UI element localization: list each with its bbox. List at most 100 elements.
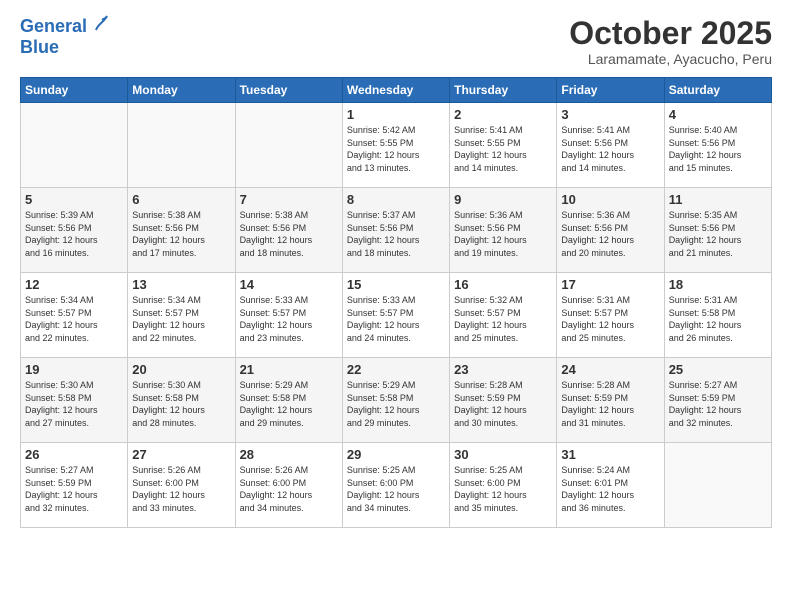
day-number: 1: [347, 107, 445, 122]
day-number: 15: [347, 277, 445, 292]
cell-info: Sunrise: 5:41 AM Sunset: 5:56 PM Dayligh…: [561, 124, 659, 174]
cell-info: Sunrise: 5:28 AM Sunset: 5:59 PM Dayligh…: [561, 379, 659, 429]
calendar-cell: 31 Sunrise: 5:24 AM Sunset: 6:01 PM Dayli…: [557, 443, 664, 528]
day-number: 20: [132, 362, 230, 377]
cell-info: Sunrise: 5:29 AM Sunset: 5:58 PM Dayligh…: [240, 379, 338, 429]
cell-info: Sunrise: 5:31 AM Sunset: 5:57 PM Dayligh…: [561, 294, 659, 344]
calendar-cell: 23Sunrise: 5:28 AM Sunset: 5:59 PM Dayli…: [450, 358, 557, 443]
calendar-cell: 27 Sunrise: 5:26 AM Sunset: 6:00 PM Dayli…: [128, 443, 235, 528]
cell-info: Sunrise: 5:38 AM Sunset: 5:56 PM Dayligh…: [132, 209, 230, 259]
calendar-cell: 7 Sunrise: 5:38 AM Sunset: 5:56 PM Daylig…: [235, 188, 342, 273]
calendar-cell: 18 Sunrise: 5:31 AM Sunset: 5:58 PM Dayli…: [664, 273, 771, 358]
day-number: 12: [25, 277, 123, 292]
cell-info: Sunrise: 5:36 AM Sunset: 5:56 PM Dayligh…: [454, 209, 552, 259]
calendar-cell: 9 Sunrise: 5:36 AM Sunset: 5:56 PM Daylig…: [450, 188, 557, 273]
calendar-week-3: 12 Sunrise: 5:34 AM Sunset: 5:57 PM Dayli…: [21, 273, 772, 358]
cell-info: Sunrise: 5:28 AM Sunset: 5:59 PM Dayligh…: [454, 379, 552, 429]
calendar-cell: 21 Sunrise: 5:29 AM Sunset: 5:58 PM Dayli…: [235, 358, 342, 443]
day-number: 30: [454, 447, 552, 462]
day-number: 27: [132, 447, 230, 462]
header-day-thursday: Thursday: [450, 78, 557, 103]
cell-info: Sunrise: 5:33 AM Sunset: 5:57 PM Dayligh…: [347, 294, 445, 344]
calendar-cell: 22Sunrise: 5:29 AM Sunset: 5:58 PM Dayli…: [342, 358, 449, 443]
day-number: 18: [669, 277, 767, 292]
header-day-saturday: Saturday: [664, 78, 771, 103]
calendar-cell: 14 Sunrise: 5:33 AM Sunset: 5:57 PM Dayli…: [235, 273, 342, 358]
calendar-cell: 6 Sunrise: 5:38 AM Sunset: 5:56 PM Daylig…: [128, 188, 235, 273]
calendar-cell: 8Sunrise: 5:37 AM Sunset: 5:56 PM Daylig…: [342, 188, 449, 273]
day-number: 11: [669, 192, 767, 207]
day-number: 7: [240, 192, 338, 207]
calendar-cell: 4 Sunrise: 5:40 AM Sunset: 5:56 PM Daylig…: [664, 103, 771, 188]
day-number: 14: [240, 277, 338, 292]
cell-info: Sunrise: 5:26 AM Sunset: 6:00 PM Dayligh…: [240, 464, 338, 514]
calendar-cell: 17Sunrise: 5:31 AM Sunset: 5:57 PM Dayli…: [557, 273, 664, 358]
calendar-cell: 13Sunrise: 5:34 AM Sunset: 5:57 PM Dayli…: [128, 273, 235, 358]
calendar-cell: 20Sunrise: 5:30 AM Sunset: 5:58 PM Dayli…: [128, 358, 235, 443]
logo-bird-icon: [94, 14, 108, 32]
day-number: 26: [25, 447, 123, 462]
day-number: 29: [347, 447, 445, 462]
cell-info: Sunrise: 5:35 AM Sunset: 5:56 PM Dayligh…: [669, 209, 767, 259]
cell-info: Sunrise: 5:32 AM Sunset: 5:57 PM Dayligh…: [454, 294, 552, 344]
calendar-table: SundayMondayTuesdayWednesdayThursdayFrid…: [20, 77, 772, 528]
cell-info: Sunrise: 5:41 AM Sunset: 5:55 PM Dayligh…: [454, 124, 552, 174]
calendar-cell: [21, 103, 128, 188]
header-day-tuesday: Tuesday: [235, 78, 342, 103]
cell-info: Sunrise: 5:39 AM Sunset: 5:56 PM Dayligh…: [25, 209, 123, 259]
day-number: 6: [132, 192, 230, 207]
day-number: 4: [669, 107, 767, 122]
calendar-cell: 28Sunrise: 5:26 AM Sunset: 6:00 PM Dayli…: [235, 443, 342, 528]
cell-info: Sunrise: 5:25 AM Sunset: 6:00 PM Dayligh…: [454, 464, 552, 514]
day-number: 31: [561, 447, 659, 462]
calendar-cell: 3 Sunrise: 5:41 AM Sunset: 5:56 PM Daylig…: [557, 103, 664, 188]
header-day-wednesday: Wednesday: [342, 78, 449, 103]
calendar-body: 1Sunrise: 5:42 AM Sunset: 5:55 PM Daylig…: [21, 103, 772, 528]
cell-info: Sunrise: 5:24 AM Sunset: 6:01 PM Dayligh…: [561, 464, 659, 514]
calendar-week-2: 5 Sunrise: 5:39 AM Sunset: 5:56 PM Daylig…: [21, 188, 772, 273]
day-number: 24: [561, 362, 659, 377]
calendar-cell: [128, 103, 235, 188]
header: General Blue October 2025 Laramamate, Ay…: [20, 16, 772, 67]
day-number: 5: [25, 192, 123, 207]
cell-info: Sunrise: 5:30 AM Sunset: 5:58 PM Dayligh…: [25, 379, 123, 429]
location-subtitle: Laramamate, Ayacucho, Peru: [569, 51, 772, 67]
calendar-cell: 30 Sunrise: 5:25 AM Sunset: 6:00 PM Dayli…: [450, 443, 557, 528]
day-number: 22: [347, 362, 445, 377]
day-number: 13: [132, 277, 230, 292]
cell-info: Sunrise: 5:40 AM Sunset: 5:56 PM Dayligh…: [669, 124, 767, 174]
calendar-cell: 10 Sunrise: 5:36 AM Sunset: 5:56 PM Dayli…: [557, 188, 664, 273]
calendar-cell: 1Sunrise: 5:42 AM Sunset: 5:55 PM Daylig…: [342, 103, 449, 188]
calendar-cell: 15 Sunrise: 5:33 AM Sunset: 5:57 PM Dayli…: [342, 273, 449, 358]
cell-info: Sunrise: 5:38 AM Sunset: 5:56 PM Dayligh…: [240, 209, 338, 259]
calendar-cell: [235, 103, 342, 188]
month-title: October 2025: [569, 16, 772, 51]
calendar-cell: [664, 443, 771, 528]
title-block: October 2025 Laramamate, Ayacucho, Peru: [569, 16, 772, 67]
header-day-friday: Friday: [557, 78, 664, 103]
calendar-week-4: 19Sunrise: 5:30 AM Sunset: 5:58 PM Dayli…: [21, 358, 772, 443]
cell-info: Sunrise: 5:26 AM Sunset: 6:00 PM Dayligh…: [132, 464, 230, 514]
header-day-monday: Monday: [128, 78, 235, 103]
cell-info: Sunrise: 5:34 AM Sunset: 5:57 PM Dayligh…: [25, 294, 123, 344]
logo-blue: Blue: [20, 37, 108, 58]
cell-info: Sunrise: 5:27 AM Sunset: 5:59 PM Dayligh…: [669, 379, 767, 429]
calendar-cell: 19Sunrise: 5:30 AM Sunset: 5:58 PM Dayli…: [21, 358, 128, 443]
calendar-cell: 11 Sunrise: 5:35 AM Sunset: 5:56 PM Dayli…: [664, 188, 771, 273]
day-number: 16: [454, 277, 552, 292]
cell-info: Sunrise: 5:36 AM Sunset: 5:56 PM Dayligh…: [561, 209, 659, 259]
day-number: 10: [561, 192, 659, 207]
cell-info: Sunrise: 5:31 AM Sunset: 5:58 PM Dayligh…: [669, 294, 767, 344]
day-number: 9: [454, 192, 552, 207]
calendar-header-row: SundayMondayTuesdayWednesdayThursdayFrid…: [21, 78, 772, 103]
day-number: 21: [240, 362, 338, 377]
cell-info: Sunrise: 5:37 AM Sunset: 5:56 PM Dayligh…: [347, 209, 445, 259]
day-number: 3: [561, 107, 659, 122]
calendar-cell: 12 Sunrise: 5:34 AM Sunset: 5:57 PM Dayli…: [21, 273, 128, 358]
cell-info: Sunrise: 5:27 AM Sunset: 5:59 PM Dayligh…: [25, 464, 123, 514]
calendar-cell: 16 Sunrise: 5:32 AM Sunset: 5:57 PM Dayli…: [450, 273, 557, 358]
cell-info: Sunrise: 5:33 AM Sunset: 5:57 PM Dayligh…: [240, 294, 338, 344]
day-number: 2: [454, 107, 552, 122]
header-day-sunday: Sunday: [21, 78, 128, 103]
calendar-container: General Blue October 2025 Laramamate, Ay…: [0, 0, 792, 612]
